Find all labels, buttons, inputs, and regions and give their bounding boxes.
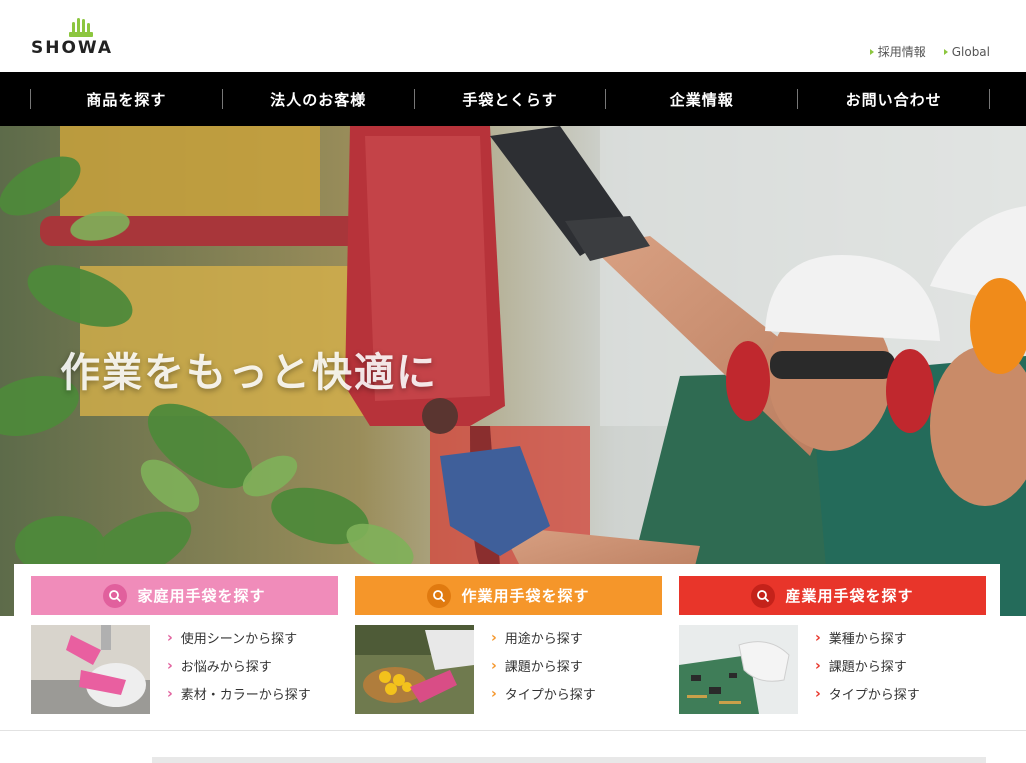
industrial-link-issues[interactable]: › 課題から探す — [815, 657, 920, 676]
nav-item-products[interactable]: 商品を探す — [30, 89, 222, 109]
household-link-concerns[interactable]: › お悩みから探す — [167, 657, 311, 676]
work-link-usage-label: 用途から探す — [504, 632, 583, 647]
category-industrial: 産業用手袋を探す › 業種から探す › 課題から探す › タイプから探す — [679, 576, 986, 716]
work-link-issues-label: 課題から探す — [504, 660, 583, 675]
industrial-link-issues-label: 課題から探す — [828, 660, 907, 675]
chevron-right-icon: › — [815, 657, 821, 674]
utility-links: 採用情報 Global — [869, 43, 990, 60]
chevron-right-icon: › — [491, 629, 497, 646]
industrial-links: › 業種から探す › 課題から探す › タイプから探す — [815, 629, 920, 714]
industrial-link-type-label: タイプから探す — [828, 688, 920, 703]
work-gloves-title: 作業用手袋を探す — [461, 587, 590, 605]
nav-item-business[interactable]: 法人のお客様 — [221, 89, 414, 109]
svg-text:SHOWA: SHOWA — [31, 38, 113, 56]
household-link-concerns-label: お悩みから探す — [180, 660, 272, 675]
household-links: › 使用シーンから探す › お悩みから探す › 素材・カラーから探す — [167, 629, 311, 714]
industrial-link-industry[interactable]: › 業種から探す — [815, 629, 920, 648]
household-link-material-label: 素材・カラーから探す — [180, 688, 311, 703]
recruit-link-label: 採用情報 — [877, 45, 926, 59]
work-gloves-button[interactable]: 作業用手袋を探す — [355, 576, 662, 615]
work-link-issues[interactable]: › 課題から探す — [491, 657, 596, 676]
hero-headline: 作業をもっと快適に — [60, 350, 438, 396]
chevron-right-icon: › — [491, 657, 497, 674]
work-link-type-label: タイプから探す — [504, 688, 596, 703]
next-section-bar — [152, 757, 986, 763]
triangle-right-icon — [943, 48, 948, 55]
chevron-right-icon: › — [167, 685, 173, 702]
chevron-right-icon: › — [491, 685, 497, 702]
recruit-link[interactable]: 採用情報 — [869, 43, 926, 60]
household-link-scene-label: 使用シーンから探す — [180, 632, 298, 647]
site-header: SHOWA 採用情報 Global — [0, 0, 1026, 72]
nav-item-company[interactable]: 企業情報 — [605, 89, 797, 109]
work-photo[interactable] — [355, 625, 474, 714]
nav-item-living[interactable]: 手袋とくらす — [413, 89, 606, 109]
industrial-link-type[interactable]: › タイプから探す — [815, 685, 920, 704]
industrial-photo[interactable] — [679, 625, 798, 714]
household-photo[interactable] — [31, 625, 150, 714]
work-link-type[interactable]: › タイプから探す — [491, 685, 596, 704]
nav-item-contact[interactable]: お問い合わせ — [797, 89, 990, 109]
triangle-right-icon — [869, 48, 874, 55]
category-sections: 家庭用手袋を探す › 使用シーンから探す › お悩みから探す › 素材・カラーか… — [31, 576, 986, 716]
global-nav: 商品を探す 法人のお客様 手袋とくらす 企業情報 お問い合わせ — [0, 72, 1026, 126]
search-icon — [751, 583, 776, 608]
category-household: 家庭用手袋を探す › 使用シーンから探す › お悩みから探す › 素材・カラーか… — [31, 576, 338, 716]
search-icon — [103, 583, 128, 608]
work-link-usage[interactable]: › 用途から探す — [491, 629, 596, 648]
household-gloves-button[interactable]: 家庭用手袋を探す — [31, 576, 338, 615]
search-icon — [427, 583, 452, 608]
industrial-gloves-title: 産業用手袋を探す — [785, 587, 914, 605]
household-gloves-title: 家庭用手袋を探す — [137, 587, 266, 605]
category-work: 作業用手袋を探す › 用途から探す › 課題から探す › タイプから探す — [355, 576, 662, 716]
global-link[interactable]: Global — [943, 43, 990, 60]
showa-logo[interactable]: SHOWA — [29, 16, 139, 56]
chevron-right-icon: › — [815, 629, 821, 646]
chevron-right-icon: › — [815, 685, 821, 702]
industrial-link-industry-label: 業種から探す — [828, 632, 907, 647]
household-link-material[interactable]: › 素材・カラーから探す — [167, 685, 311, 704]
industrial-gloves-button[interactable]: 産業用手袋を探す — [679, 576, 986, 615]
chevron-right-icon: › — [167, 629, 173, 646]
section-divider — [0, 730, 1026, 731]
global-link-label: Global — [951, 44, 990, 59]
hero-banner: 作業をもっと快適に — [0, 126, 1026, 616]
work-links: › 用途から探す › 課題から探す › タイプから探す — [491, 629, 596, 714]
household-link-scene[interactable]: › 使用シーンから探す — [167, 629, 311, 648]
chevron-right-icon: › — [167, 657, 173, 674]
